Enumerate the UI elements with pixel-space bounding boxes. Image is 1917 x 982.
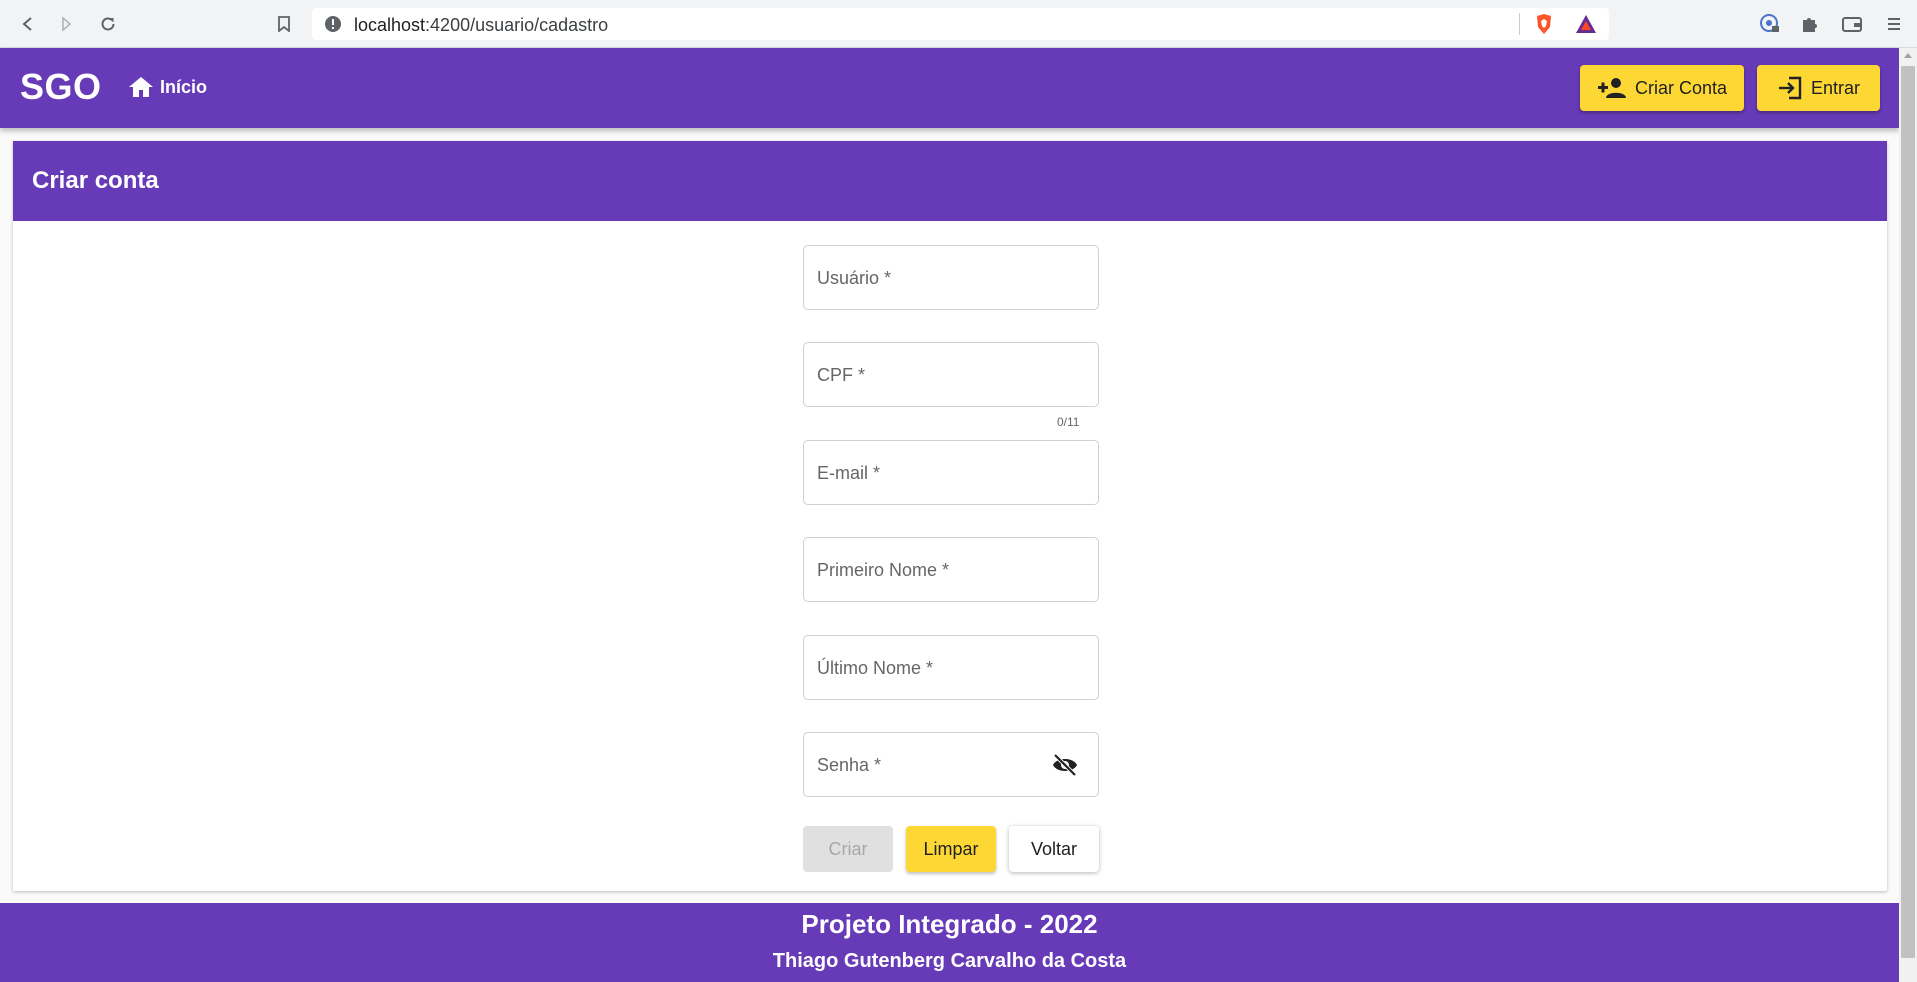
create-label: Criar [828, 838, 868, 859]
scroll-up-arrow-icon[interactable] [1904, 53, 1912, 58]
signup-card: Criar conta Usuário * CPF * 0/11 E-mail … [13, 141, 1887, 891]
cpf-label: CPF * [817, 365, 866, 385]
card-title: Criar conta [32, 167, 159, 194]
first-name-label: Primeiro Nome * [817, 560, 950, 580]
home-icon [129, 77, 153, 97]
signup-button[interactable]: Criar Conta [1580, 65, 1744, 111]
login-icon [1778, 76, 1802, 100]
cpf-char-counter: 0/11 [1057, 415, 1080, 429]
wallet-icon[interactable] [1840, 12, 1864, 36]
person-add-icon [1597, 78, 1626, 98]
last-name-label: Último Nome * [817, 658, 934, 678]
back-button[interactable]: Voltar [1009, 826, 1099, 872]
address-bar[interactable]: localhost:4200/usuario/cadastro [312, 8, 1609, 40]
first-name-field[interactable]: Primeiro Nome * [803, 537, 1099, 602]
signup-label: Criar Conta [1634, 77, 1728, 98]
back-icon[interactable] [16, 12, 40, 36]
page-scrollbar[interactable] [1899, 48, 1917, 982]
menu-icon[interactable] [1882, 12, 1906, 36]
extension-lock-icon[interactable] [1758, 12, 1782, 36]
url-divider [1519, 13, 1520, 35]
url-text: localhost:4200/usuario/cadastro [354, 15, 609, 35]
password-field[interactable]: Senha * [803, 732, 1099, 797]
clear-button[interactable]: Limpar [906, 826, 996, 872]
brave-rewards-icon[interactable] [1574, 12, 1598, 36]
email-field[interactable]: E-mail * [803, 440, 1099, 505]
login-label: Entrar [1810, 77, 1861, 98]
browser-toolbar: localhost:4200/usuario/cadastro [0, 0, 1917, 48]
bookmark-icon[interactable] [272, 12, 296, 36]
reload-icon[interactable] [96, 12, 120, 36]
back-label: Voltar [1030, 838, 1078, 859]
page-footer: Projeto Integrado - 2022 Thiago Gutenber… [0, 903, 1899, 982]
password-label: Senha * [817, 755, 882, 775]
app-toolbar: SGO Início Criar Conta Entrar [0, 48, 1899, 128]
cpf-field[interactable]: CPF * [803, 342, 1099, 407]
username-label: Usuário * [817, 268, 892, 288]
email-label: E-mail * [817, 463, 881, 483]
clear-label: Limpar [923, 838, 979, 859]
forward-icon[interactable] [54, 12, 78, 36]
footer-title: Projeto Integrado - 2022 [801, 909, 1098, 939]
create-button[interactable]: Criar [803, 826, 893, 872]
footer-author: Thiago Gutenberg Carvalho da Costa [772, 950, 1127, 972]
brand-title[interactable]: SGO [20, 66, 102, 108]
home-label: Início [160, 76, 208, 97]
extensions-icon[interactable] [1798, 12, 1822, 36]
card-header: Criar conta [13, 141, 1887, 221]
nav-home-link[interactable]: Início [128, 75, 207, 99]
last-name-field[interactable]: Último Nome * [803, 635, 1099, 700]
brave-shield-icon[interactable] [1532, 12, 1556, 36]
username-field[interactable]: Usuário * [803, 245, 1099, 310]
scroll-thumb[interactable] [1901, 66, 1915, 958]
login-button[interactable]: Entrar [1757, 65, 1880, 111]
visibility-off-icon[interactable] [1052, 753, 1078, 781]
site-info-icon[interactable] [324, 15, 342, 38]
